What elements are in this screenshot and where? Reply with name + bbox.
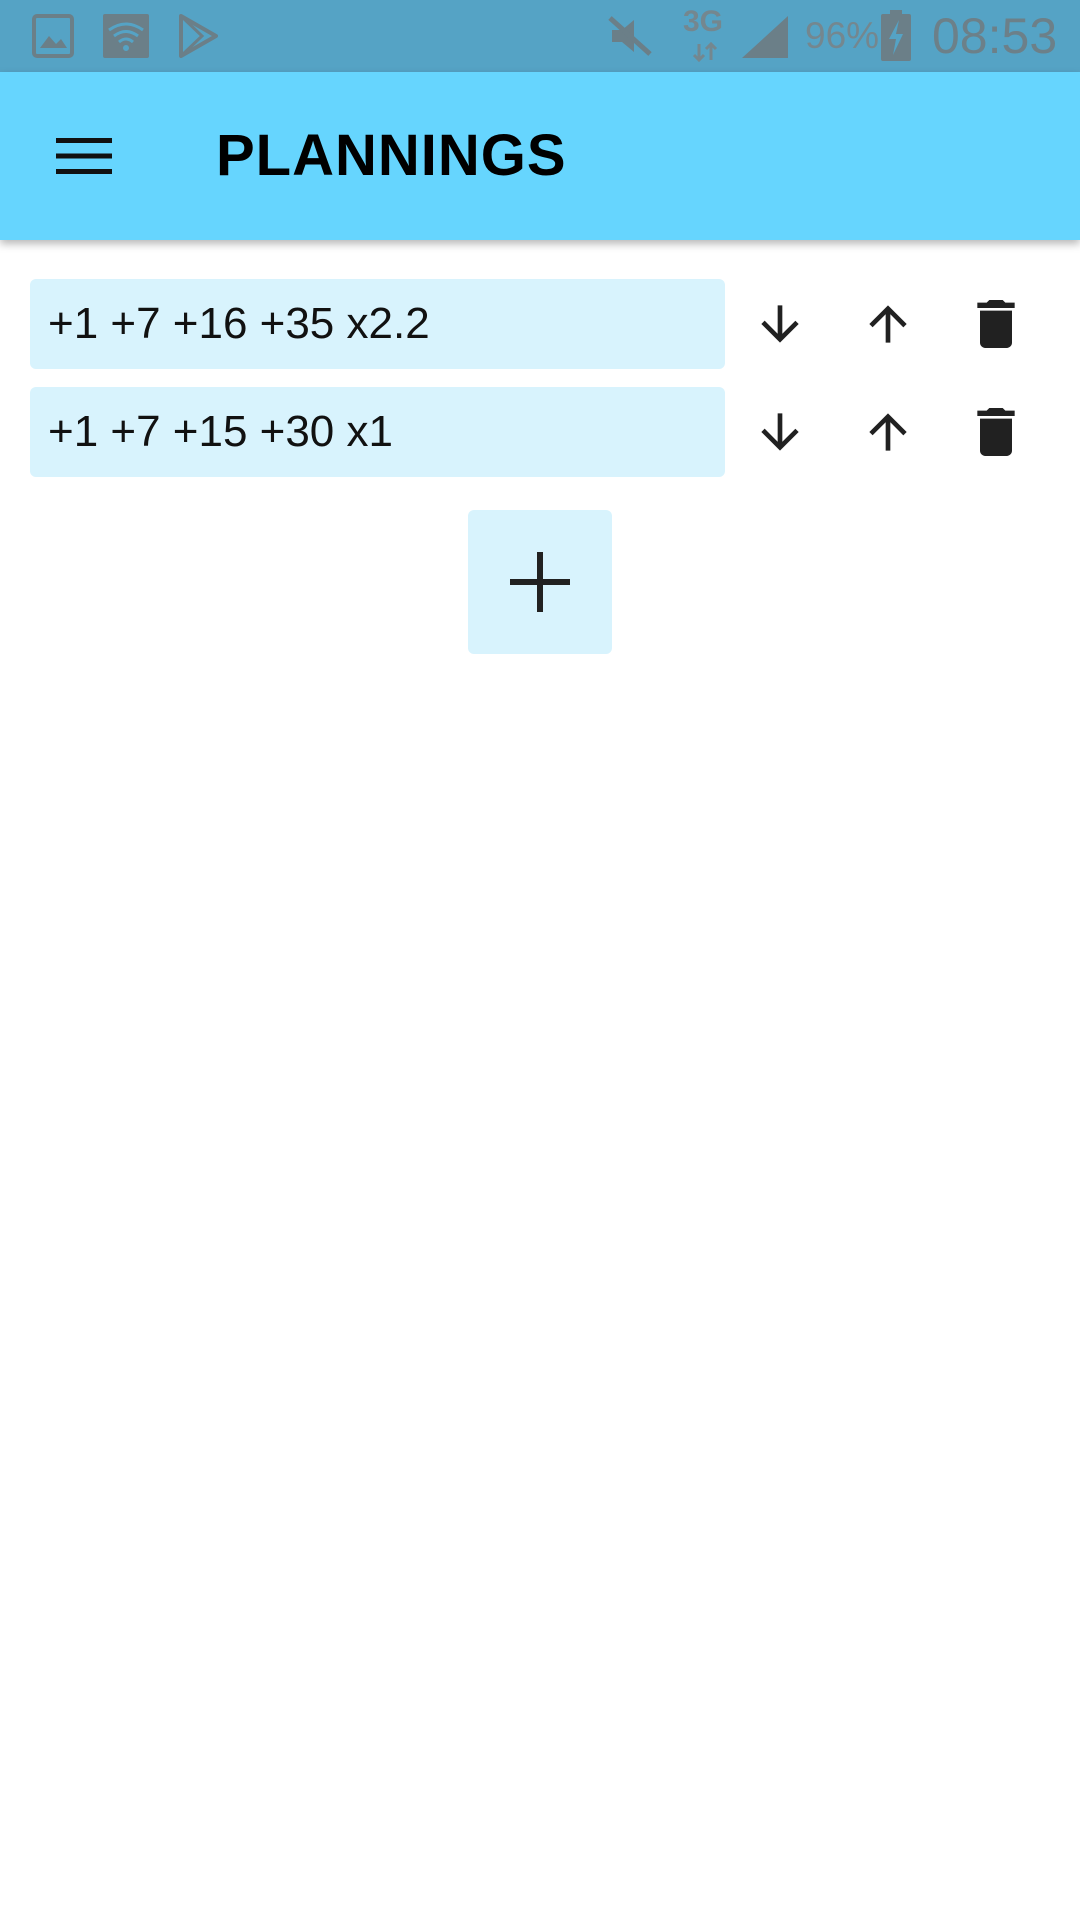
data-arrows-icon <box>692 42 718 62</box>
delete-button[interactable] <box>951 387 1041 477</box>
move-up-icon <box>869 413 907 451</box>
mute-icon <box>608 16 652 56</box>
move-up-icon <box>869 305 907 343</box>
battery-percent: 96% <box>805 15 880 56</box>
move-up-button[interactable] <box>843 279 933 369</box>
menu-icon <box>56 138 112 174</box>
app-bar: PLANNINGS <box>0 72 1080 240</box>
menu-button[interactable] <box>36 108 132 204</box>
gallery-icon <box>32 14 74 58</box>
planning-input[interactable] <box>30 387 725 477</box>
battery-charging-icon <box>881 10 911 61</box>
delete-button[interactable] <box>951 279 1041 369</box>
clock: 08:53 <box>932 8 1058 64</box>
move-up-button[interactable] <box>843 387 933 477</box>
wifi-icon <box>103 14 149 58</box>
add-planning-button[interactable] <box>468 510 612 654</box>
planning-row <box>30 279 1050 369</box>
delete-icon <box>977 408 1015 456</box>
status-bar: 3G 96% 08:53 <box>0 0 1080 72</box>
planning-input[interactable] <box>30 279 725 369</box>
delete-icon <box>977 300 1015 348</box>
move-down-icon <box>761 305 799 343</box>
move-down-icon <box>761 413 799 451</box>
play-store-icon <box>179 14 218 58</box>
plus-icon <box>510 552 570 612</box>
move-down-button[interactable] <box>735 279 825 369</box>
planning-row <box>30 387 1050 477</box>
page-title: PLANNINGS <box>216 123 567 188</box>
network-label: 3G <box>683 5 724 38</box>
move-down-button[interactable] <box>735 387 825 477</box>
signal-icon <box>742 16 788 58</box>
